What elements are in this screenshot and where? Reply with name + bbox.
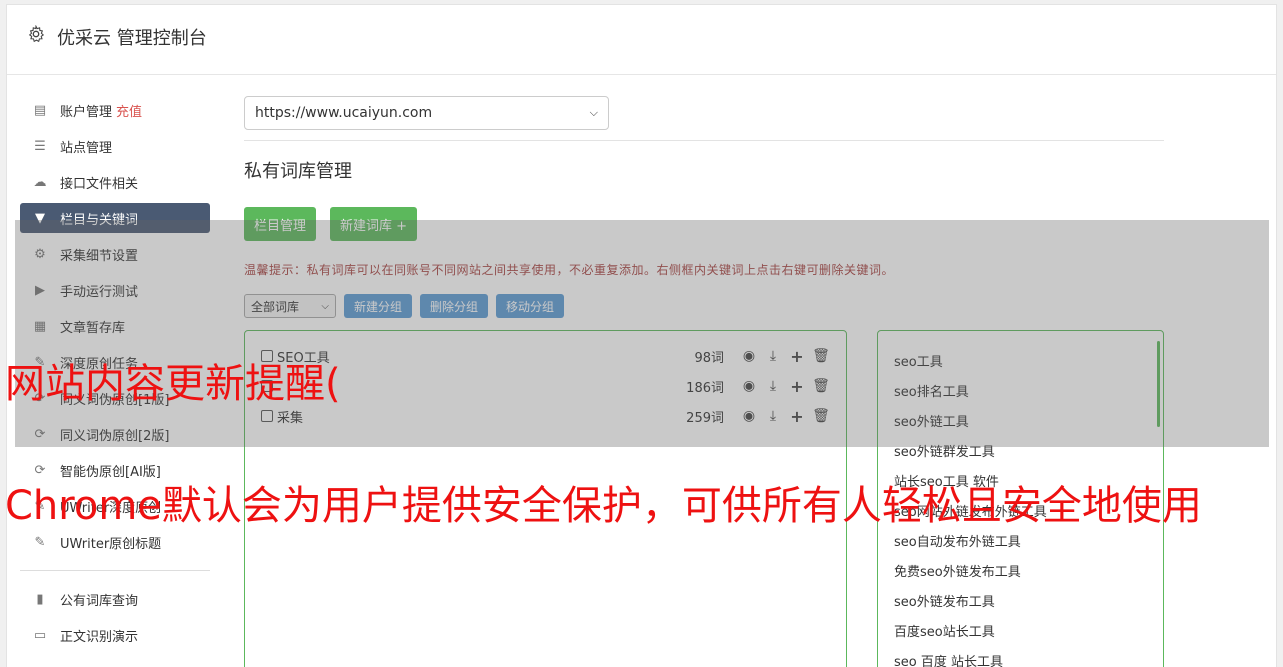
sidebar-item-label: 公有词库查询 — [60, 593, 139, 609]
site-select[interactable]: https://www.ucaiyun.com ⌵ — [244, 96, 609, 130]
overlay-headline: 网站内容更新提醒( — [5, 361, 341, 407]
sidebar-item[interactable]: ☰ 站点管理 — [20, 128, 210, 164]
page-title: 私有词库管理 — [244, 161, 352, 182]
divider — [244, 140, 1164, 141]
sidebar-item[interactable]: ▤ 账户管理 充值 — [20, 92, 210, 128]
keyword-item[interactable]: 免费seo外链发布工具 — [894, 555, 1147, 585]
sidebar-item-label: 站点管理 — [60, 140, 113, 156]
refresh-icon: ⟳ — [34, 462, 46, 478]
sidebar-item-label: 接口文件相关 — [60, 176, 139, 192]
sidebar-item[interactable]: ☁ 接口文件相关 — [20, 164, 210, 200]
sidebar-item-label: 正文识别演示 — [60, 629, 139, 645]
keyword-item[interactable]: 百度seo站长工具 — [894, 615, 1147, 645]
sidebar-item-label: 账户管理 — [60, 104, 113, 120]
recharge-link[interactable]: 充值 — [116, 101, 142, 120]
sidebar-item[interactable]: ▭ 正文识别演示 — [20, 617, 210, 653]
sidebar-item-label: 智能伪原创[AI版] — [60, 464, 161, 480]
gear-icon — [28, 25, 45, 43]
sidebar-item[interactable]: ▮ 公有词库查询 — [20, 581, 210, 617]
sidebar-divider — [20, 570, 210, 571]
overlay-banner — [15, 220, 1269, 447]
app-title: 优采云 管理控制台 — [57, 28, 207, 49]
monitor-icon: ▭ — [33, 627, 47, 643]
top-bar: 优采云 管理控制台 — [7, 5, 1276, 75]
site-select-value: https://www.ucaiyun.com — [255, 105, 433, 121]
edit-icon: ✎ — [34, 534, 46, 550]
bar-chart-icon: ▤ — [33, 102, 47, 118]
sidebar-item-label: UWriter原创标题 — [60, 536, 162, 552]
keyword-item[interactable]: seo 百度 站长工具 — [894, 645, 1147, 667]
book-icon: ▮ — [36, 591, 44, 607]
server-icon: ☰ — [34, 138, 46, 154]
cloud-upload-icon: ☁ — [33, 174, 47, 190]
chevron-down-icon: ⌵ — [589, 106, 598, 119]
overlay-subline: Chrome默认会为用户提供安全保护，可供所有人轻松且安全地使用 — [5, 483, 1202, 529]
keyword-item[interactable]: seo外链发布工具 — [894, 585, 1147, 615]
